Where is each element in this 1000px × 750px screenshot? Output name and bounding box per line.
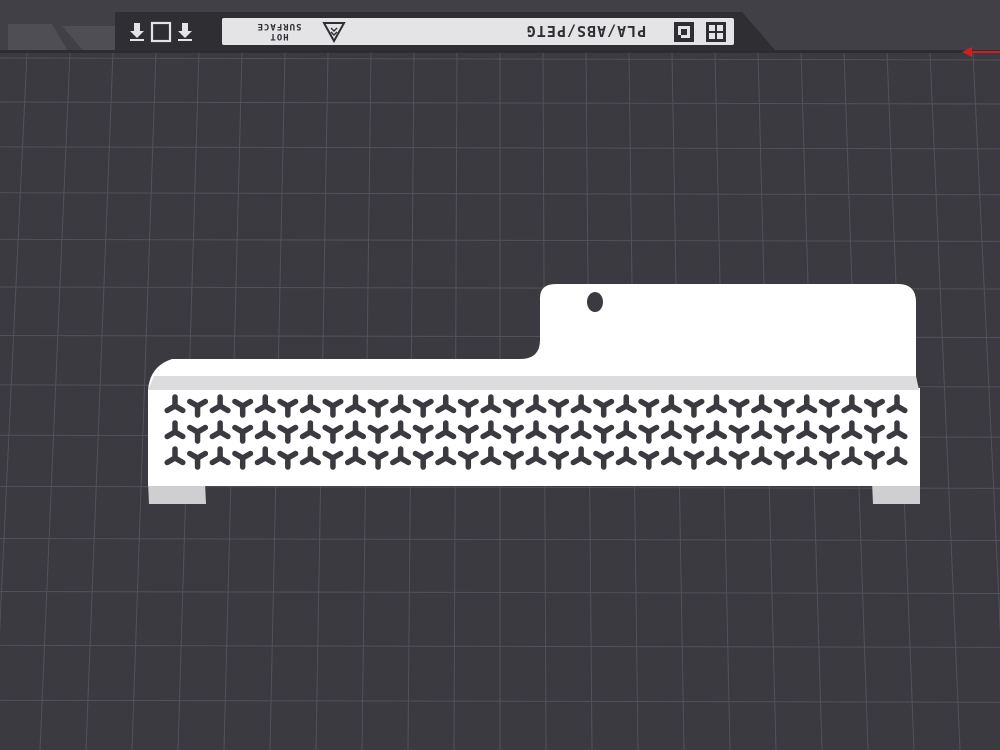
model-bevel xyxy=(148,376,919,390)
3d-model-vent-cover[interactable] xyxy=(0,0,1000,750)
3d-viewport[interactable]: HOT SURFACE PLA/ABS/PETG xyxy=(0,0,1000,750)
model-mount-hole xyxy=(587,292,603,312)
